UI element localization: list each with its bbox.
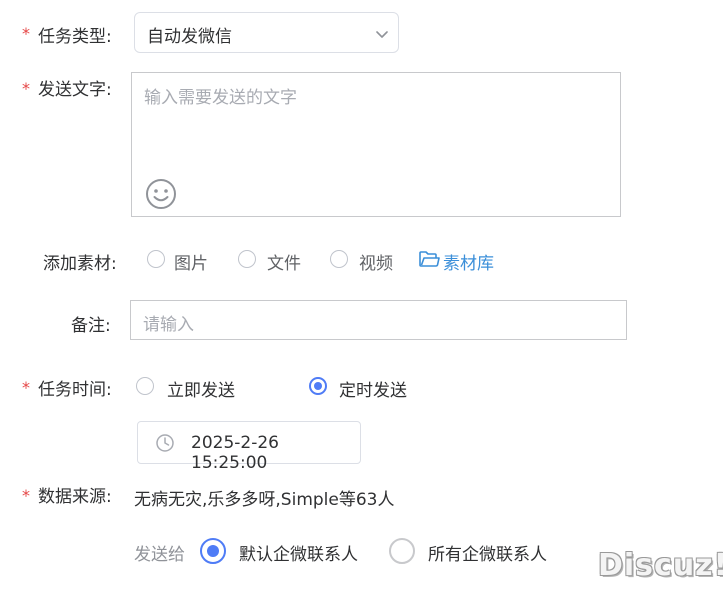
required-mark: * [22, 486, 30, 505]
option-video-label[interactable]: 视频 [359, 249, 393, 274]
task-type-value: 自动发微信 [147, 27, 232, 47]
task-type-select[interactable]: 自动发微信 [134, 12, 399, 53]
radio-scheduled-send[interactable] [309, 377, 327, 395]
option-default-contacts-label[interactable]: 默认企微联系人 [239, 540, 358, 565]
radio-default-contacts[interactable] [200, 538, 226, 564]
watermark: Discuz! [598, 548, 723, 583]
folder-icon[interactable] [418, 249, 440, 269]
data-source-label: 数据来源: [38, 487, 112, 507]
materials-label: 添加素材: [43, 254, 117, 274]
option-scheduled-send-label[interactable]: 定时发送 [339, 376, 407, 401]
send-text-textarea[interactable]: 输入需要发送的文字 [131, 72, 621, 217]
radio-send-now[interactable] [136, 377, 154, 395]
data-source-value: 无病无灾,乐多多呀,Simple等63人 [134, 490, 395, 510]
radio-file[interactable] [238, 250, 256, 268]
smiley-icon[interactable] [145, 178, 177, 210]
remark-placeholder: 请输入 [143, 315, 194, 335]
option-image-label[interactable]: 图片 [174, 249, 208, 274]
option-all-contacts-label[interactable]: 所有企微联系人 [428, 540, 547, 565]
task-time-label: 任务时间: [38, 380, 112, 400]
send-text-label: 发送文字: [38, 80, 112, 100]
remark-input[interactable]: 请输入 [130, 300, 627, 340]
required-mark: * [22, 24, 30, 43]
required-mark: * [22, 378, 30, 397]
clock-icon [156, 434, 174, 452]
datetime-picker[interactable]: 2025-2-26 15:25:00 [137, 421, 361, 473]
radio-video[interactable] [330, 250, 348, 268]
send-to-label: 发送给 [134, 545, 185, 565]
datetime-value: 2025-2-26 15:25:00 [191, 433, 279, 473]
remark-label: 备注: [71, 316, 111, 336]
material-library-link[interactable]: 素材库 [443, 249, 494, 274]
task-type-label: 任务类型: [38, 27, 112, 47]
chevron-down-icon [376, 31, 388, 38]
option-file-label[interactable]: 文件 [267, 249, 301, 274]
radio-all-contacts[interactable] [389, 538, 415, 564]
required-mark: * [22, 79, 30, 98]
option-send-now-label[interactable]: 立即发送 [167, 376, 235, 401]
radio-image[interactable] [147, 250, 165, 268]
send-text-placeholder: 输入需要发送的文字 [144, 88, 297, 108]
